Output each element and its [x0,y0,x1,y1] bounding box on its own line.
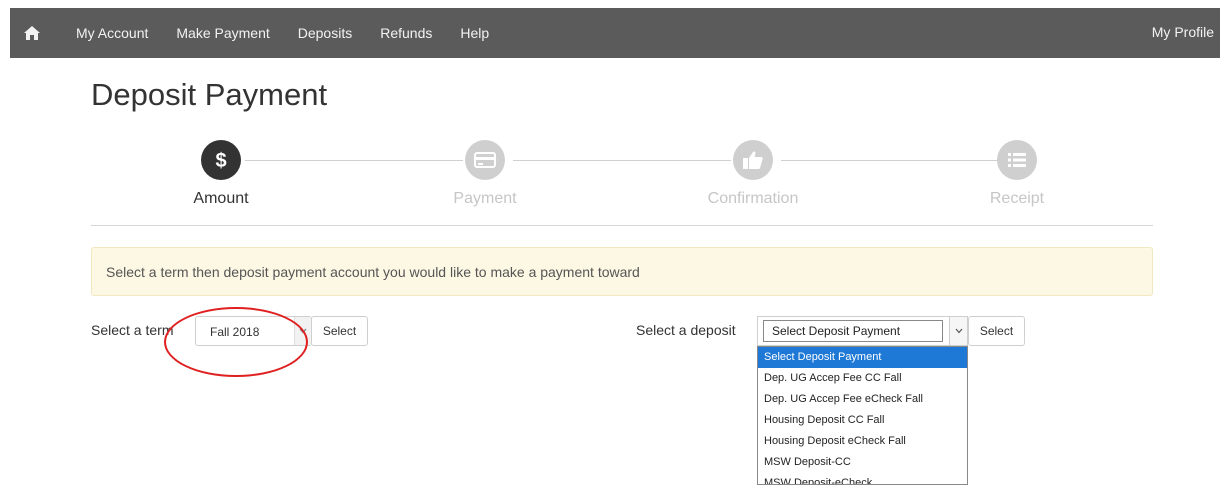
wizard-connector [781,160,999,161]
instruction-alert: Select a term then deposit payment accou… [91,247,1153,296]
dropdown-option[interactable]: Housing Deposit CC Fall [758,410,967,431]
deposit-select[interactable]: Select Deposit Payment [757,316,968,346]
nav-help[interactable]: Help [460,25,489,41]
svg-text:$: $ [215,150,226,172]
credit-card-icon [474,152,496,168]
dollar-icon: $ [215,150,226,172]
thumbs-up-icon [743,151,763,169]
term-label: Select a term [91,322,174,338]
nav-my-profile[interactable]: My Profile [1152,24,1214,40]
home-button[interactable] [10,8,54,58]
step-confirmation-circle [733,140,773,180]
step-payment-circle [465,140,505,180]
deposit-dropdown-list: Select Deposit Payment Dep. UG Accep Fee… [757,346,968,485]
nav-my-account[interactable]: My Account [76,25,148,41]
top-navigation-bar: My Account Make Payment Deposits Refunds… [10,8,1220,58]
instruction-text: Select a term then deposit payment accou… [106,264,640,280]
nav-deposits[interactable]: Deposits [298,25,352,41]
chevron-down-icon [949,317,967,345]
step-receipt-label: Receipt [989,190,1045,207]
step-amount-label: Amount [193,190,249,207]
deposit-select-button[interactable]: Select [968,316,1025,346]
term-select-button[interactable]: Select [311,316,368,346]
step-payment-label: Payment [453,190,517,207]
step-receipt-circle [997,140,1037,180]
page-title: Deposit Payment [91,77,328,112]
step-confirmation-label: Confirmation [707,190,799,207]
home-icon [24,26,40,40]
dropdown-option[interactable]: Select Deposit Payment [758,347,967,368]
dropdown-option[interactable]: Housing Deposit eCheck Fall [758,431,967,452]
nav-refunds[interactable]: Refunds [380,25,432,41]
deposit-label: Select a deposit [636,322,736,338]
dropdown-option[interactable]: MSW Deposit-eCheck [758,473,967,484]
payment-wizard: $ Amount Payment Confirmation Receipt [91,138,1153,226]
wizard-connector [513,160,731,161]
list-icon [1008,153,1026,167]
nav-links: My Account Make Payment Deposits Refunds… [54,25,517,41]
deposit-select-value: Select Deposit Payment [763,320,943,342]
chevron-down-icon [294,317,311,345]
dropdown-option[interactable]: Dep. UG Accep Fee eCheck Fall [758,389,967,410]
nav-make-payment[interactable]: Make Payment [176,25,269,41]
dropdown-option[interactable]: Dep. UG Accep Fee CC Fall [758,368,967,389]
step-amount-circle: $ [201,140,241,180]
dropdown-option[interactable]: MSW Deposit-CC [758,452,967,473]
term-select[interactable]: Fall 2018 [195,316,312,346]
term-select-value: Fall 2018 [210,325,260,339]
wizard-connector [245,160,463,161]
